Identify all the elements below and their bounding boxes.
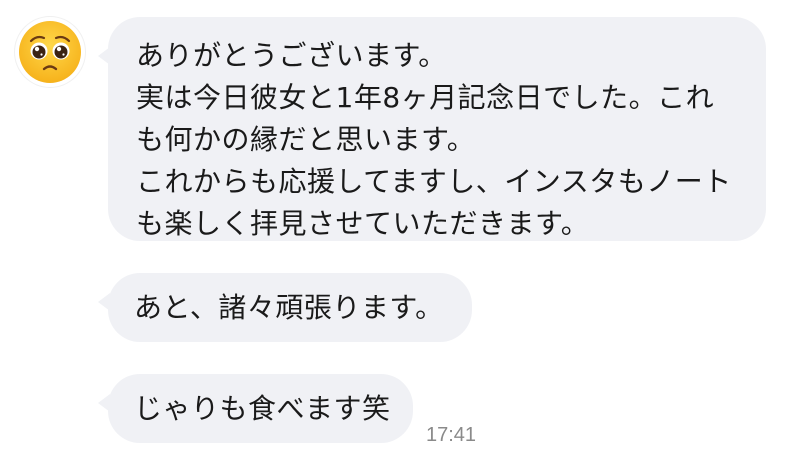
- sender-avatar[interactable]: [15, 17, 85, 87]
- message-line: 実は今日彼女と1年8ヶ月記念日でした。これ: [136, 81, 715, 114]
- bubble-tail: [98, 293, 110, 311]
- message-line: も何かの縁だと思います。: [136, 123, 476, 156]
- message-bubble[interactable]: あと、諸々頑張ります。: [98, 273, 472, 342]
- bubble-tail: [98, 47, 110, 65]
- message-bubble[interactable]: ありがとうございます。 実は今日彼女と1年8ヶ月記念日でした。これ も何かの縁だ…: [98, 17, 766, 241]
- message-line: ありがとうございます。: [136, 39, 447, 72]
- pleading-face-icon: [19, 21, 81, 83]
- message-bubble[interactable]: じゃりも食べます笑: [98, 374, 413, 443]
- message-line: これからも応援してますし、インスタもノート: [136, 165, 732, 198]
- message-text: ありがとうございます。 実は今日彼女と1年8ヶ月記念日でした。これ も何かの縁だ…: [136, 35, 742, 245]
- chat-thread: ありがとうございます。 実は今日彼女と1年8ヶ月記念日でした。これ も何かの縁だ…: [0, 0, 800, 458]
- bubble-tail: [98, 394, 110, 412]
- message-timestamp: 17:41: [426, 424, 477, 446]
- message-line: も楽しく拝見させていただきます。: [136, 207, 590, 240]
- message-text: じゃりも食べます笑: [134, 392, 391, 425]
- message-text: あと、諸々頑張ります。: [134, 291, 444, 324]
